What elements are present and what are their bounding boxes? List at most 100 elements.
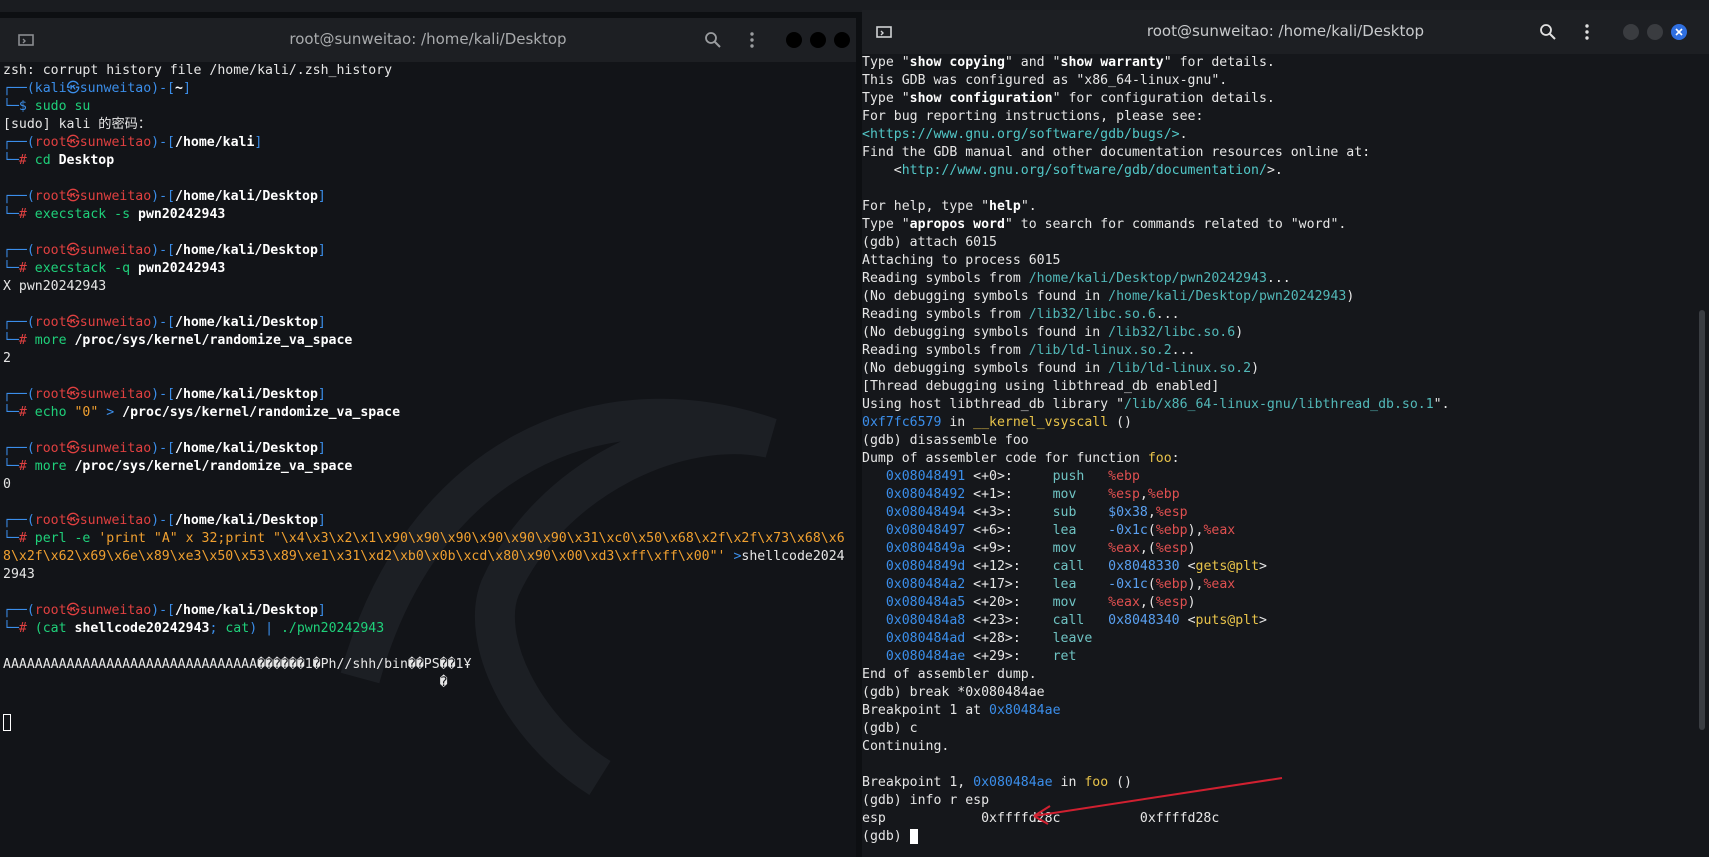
terminal-text: For bug reporting instructions, please s… [862, 109, 1204, 124]
terminal-text: └─ [3, 405, 19, 420]
terminal-text: 0x80484ae [989, 703, 1061, 718]
terminal-text: ┌──( [3, 135, 35, 150]
terminal-text: Breakpoint 1 at [862, 703, 990, 718]
terminal-text: <+1>: [965, 487, 1053, 502]
terminal-text: [Thread debugging using libthread_db ena… [862, 379, 1220, 394]
terminal-line: Reading symbols from /home/kali/Desktop/… [862, 270, 1709, 288]
terminal-text: AAAAAAAAAAAAAAAAAAAAAAAAAAAAAAAA������1�… [3, 657, 472, 672]
gdb-terminal-output[interactable]: Type "show copying" and "show warranty" … [862, 54, 1709, 857]
minimize-button[interactable] [786, 32, 802, 48]
terminal-line: [sudo] kali 的密码： [3, 116, 856, 134]
terminal-line: (gdb) break *0x080484ae [862, 684, 1709, 702]
terminal-text: ] [317, 441, 326, 456]
terminal-text: " to search for commands related to "wor… [1004, 217, 1347, 232]
terminal-text: ] [317, 513, 326, 528]
terminal-text: 0x08048497 [885, 523, 966, 538]
terminal-text: < [862, 163, 902, 178]
terminal-text: └─ [3, 333, 19, 348]
terminal-text: End of assembler dump. [862, 667, 1037, 682]
terminal-text: () [1108, 415, 1132, 430]
terminal-text: %eax [1108, 595, 1140, 610]
terminal-text: cd [34, 153, 59, 168]
maximize-button[interactable] [1647, 24, 1663, 40]
terminal-text: ) [1346, 289, 1355, 304]
terminal-line: └─$ sudo su [3, 98, 856, 116]
terminal-text: ] [317, 387, 326, 402]
scrollbar[interactable] [1699, 310, 1705, 730]
terminal-text: call [1052, 559, 1109, 574]
terminal-text: For help, type " [862, 199, 990, 214]
terminal-text: mov [1052, 541, 1109, 556]
terminal-text: <+9>: [965, 541, 1053, 556]
terminal-text: root㉿sunweitao [34, 135, 152, 150]
terminal-line: � [3, 674, 856, 692]
terminal-line: ┌──(root㉿sunweitao)-[/home/kali/Desktop] [3, 440, 856, 458]
terminal-text: foo [1147, 451, 1172, 466]
terminal-text: perl -e [34, 531, 99, 546]
terminal-line: X pwn20242943 [3, 278, 856, 296]
terminal-text: ] [317, 243, 326, 258]
terminal-text: /lib/x86_64-linux-gnu/libthread_db.so.1 [1124, 397, 1434, 412]
terminal-text: 0x080484a8 [885, 613, 966, 628]
terminal-text: mov [1052, 487, 1109, 502]
terminal-text: /proc/sys/kernel/randomize_va_space [122, 405, 401, 420]
close-button[interactable] [1671, 24, 1687, 40]
terminal-text: # [18, 153, 35, 168]
terminal-text: mov [1052, 595, 1109, 610]
left-terminal-output[interactable]: zsh: corrupt history file /home/kali/.zs… [0, 62, 856, 857]
terminal-text: " and " [1004, 55, 1061, 70]
terminal-text: ] [182, 81, 191, 96]
terminal-line: For bug reporting instructions, please s… [862, 108, 1709, 126]
gdb-cursor [909, 828, 918, 844]
terminal-text: /home/kali/Desktop/pwn20242943 [1108, 289, 1347, 304]
terminal-text: )-[ [151, 441, 175, 456]
terminal-line: Breakpoint 1 at 0x80484ae [862, 702, 1709, 720]
terminal-line: Continuing. [862, 738, 1709, 756]
terminal-text: )-[ [151, 135, 175, 150]
terminal-text: )-[ [151, 513, 175, 528]
terminal-text: ,( [1139, 595, 1156, 610]
terminal-text: more [34, 459, 75, 474]
terminal-text: /home/kali/Desktop [175, 513, 318, 528]
terminal-text: http://www.gnu.org/software/gdb/document… [901, 163, 1267, 178]
terminal-line: └─# more /proc/sys/kernel/randomize_va_s… [3, 458, 856, 476]
terminal-text: └─ [3, 153, 19, 168]
terminal-line: (gdb) [862, 828, 1709, 846]
terminal-text: Desktop [58, 153, 115, 168]
terminal-text: <+23>: [965, 613, 1053, 628]
search-icon[interactable] [703, 30, 723, 50]
terminal-text: ┌──( [3, 81, 35, 96]
terminal-line: 0x080484a8 <+23>: call 0x8048340 <puts@p… [862, 612, 1709, 630]
terminal-text: >. [1266, 163, 1283, 178]
terminal-text: %esp [1155, 505, 1188, 520]
terminal-text: Type " [862, 55, 910, 70]
terminal-text: 0x080484a5 [885, 595, 966, 610]
terminal-line: Using host libthread_db library "/lib/x8… [862, 396, 1709, 414]
search-icon[interactable] [1538, 22, 1558, 42]
terminal-text: : [1171, 451, 1180, 466]
terminal-text: /home/kali/Desktop [175, 441, 318, 456]
right-titlebar: root@sunweitao: /home/kali/Desktop [862, 10, 1709, 54]
terminal-text: Find the GDB manual and other documentat… [862, 145, 1371, 160]
kebab-menu-icon[interactable] [1577, 22, 1597, 42]
kebab-menu-icon[interactable] [742, 30, 762, 50]
terminal-text: )-[ [151, 315, 175, 330]
terminal-line: └─# echo "0" > /proc/sys/kernel/randomiz… [3, 404, 856, 422]
maximize-button[interactable] [810, 32, 826, 48]
close-button[interactable] [834, 32, 850, 48]
terminal-line: End of assembler dump. [862, 666, 1709, 684]
minimize-button[interactable] [1623, 24, 1639, 40]
terminal-text: (gdb) disassemble foo [862, 433, 1029, 448]
terminal-text: Using host libthread_db library " [862, 397, 1125, 412]
terminal-text: ... [1171, 343, 1196, 358]
terminal-line: (gdb) c [862, 720, 1709, 738]
terminal-line: ┌──(root㉿sunweitao)-[/home/kali/Desktop] [3, 386, 856, 404]
terminal-text: ┌──( [3, 315, 35, 330]
terminal-text: ┌──( [3, 387, 35, 402]
terminal-line: Dump of assembler code for function foo: [862, 450, 1709, 468]
terminal-text: 'print "A" x 32;print "\x4\x3\x2\x1\x90\… [98, 531, 845, 546]
